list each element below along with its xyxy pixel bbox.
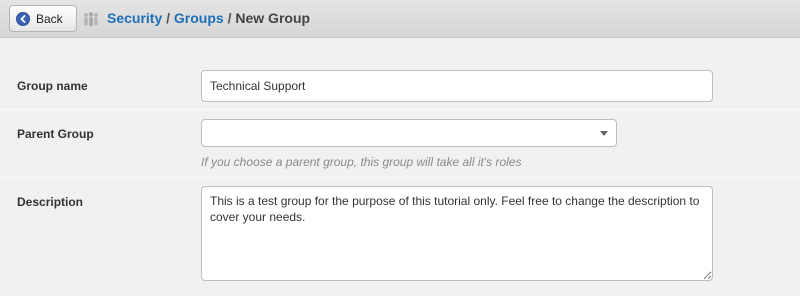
group-name-input[interactable]	[201, 70, 713, 102]
breadcrumb-separator: /	[223, 10, 236, 26]
new-group-form: Group name Parent Group If you choose a …	[0, 39, 800, 296]
description-label: Description	[17, 195, 84, 209]
chevron-down-icon	[600, 131, 608, 136]
back-button[interactable]: Back	[9, 5, 77, 32]
parent-group-select[interactable]	[201, 119, 617, 147]
back-button-label: Back	[36, 11, 63, 26]
arrow-left-circle-icon	[16, 11, 30, 26]
parent-group-label: Parent Group	[17, 127, 94, 141]
breadcrumb: Security / Groups / New Group	[107, 10, 310, 28]
breadcrumb-groups-link[interactable]: Groups	[174, 10, 224, 26]
row-divider	[0, 109, 800, 110]
parent-group-hint: If you choose a parent group, this group…	[201, 155, 522, 169]
breadcrumb-current: New Group	[235, 10, 311, 26]
group-users-icon	[82, 11, 100, 27]
description-textarea[interactable]: This is a test group for the purpose of …	[201, 186, 713, 281]
group-name-label: Group name	[17, 79, 88, 93]
breadcrumb-security-link[interactable]: Security	[107, 10, 162, 26]
row-divider	[0, 177, 800, 178]
top-toolbar: Back Security / Groups / New Group	[0, 0, 800, 38]
breadcrumb-separator: /	[162, 10, 174, 26]
